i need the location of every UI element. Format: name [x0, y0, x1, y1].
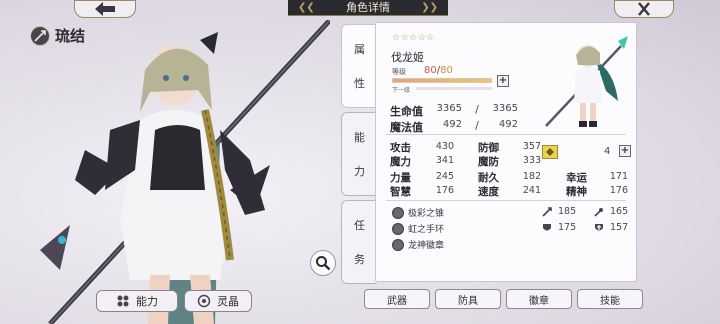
skill-button[interactable]: 技能 — [577, 289, 643, 309]
level-label: 等级 — [392, 68, 406, 76]
equip-mdef-stat: 157 — [594, 222, 628, 233]
next-level-label: 下一级 — [392, 87, 411, 94]
tab-tasks[interactable]: 任 务 — [341, 200, 377, 284]
stat-value: 341 — [435, 155, 454, 166]
stat-value: 245 — [435, 171, 454, 182]
weapon-button[interactable]: 武器 — [364, 289, 430, 309]
cross-shield-icon — [595, 223, 603, 230]
class-name: 伐龙姬 — [391, 51, 424, 64]
stat-label: 防御 — [478, 142, 499, 154]
stat-value: 430 — [435, 141, 454, 152]
character-illustration — [40, 20, 330, 324]
armor-equip-icon — [392, 222, 404, 235]
stat-value: 176 — [435, 185, 454, 196]
ability-icon — [117, 295, 129, 307]
crystal-icon — [197, 294, 211, 308]
stat-value: 182 — [522, 171, 541, 182]
shield-icon — [543, 223, 551, 230]
zoom-button[interactable] — [310, 250, 336, 276]
stat-value: 171 — [609, 171, 628, 182]
stat-label: 速度 — [478, 186, 499, 198]
badge-equip-icon — [392, 238, 404, 251]
token-count: 4 — [604, 146, 611, 157]
stat-label: 力量 — [390, 172, 411, 184]
divider — [386, 200, 626, 201]
next-level-bar — [416, 87, 492, 90]
magnifier-icon — [316, 256, 331, 271]
token-add-button[interactable]: + — [619, 145, 631, 157]
stat-label: 魔力 — [390, 156, 411, 168]
equipment-item[interactable]: 极彩之锥 — [392, 206, 444, 219]
level-progress-bar — [392, 78, 492, 83]
spirit-crystal-button[interactable]: 灵晶 — [184, 290, 252, 312]
ability-button[interactable]: 能力 — [96, 290, 178, 312]
hp-row: 生命值 3365 / 3365 — [390, 103, 518, 118]
stat-value: 357 — [522, 141, 541, 152]
armor-button[interactable]: 防具 — [435, 289, 501, 309]
divider — [386, 134, 626, 135]
stat-label: 智慧 — [390, 186, 411, 198]
equip-defense-stat: 175 — [542, 222, 576, 233]
equip-attack-stat: 185 — [542, 206, 576, 217]
close-icon — [638, 2, 650, 16]
stat-label: 耐久 — [478, 172, 499, 184]
tab-attributes[interactable]: 属 性 — [341, 24, 377, 108]
wand-icon — [594, 207, 603, 217]
equipment-item[interactable]: 龙神徽章 — [392, 238, 444, 251]
level-up-button[interactable]: + — [497, 75, 509, 87]
game-screen: ❮❮ 角色详情 ❯❯ 琉结 能力 灵晶 属 性 能 力 任 务 ☆☆☆☆☆ 伐龙… — [0, 0, 720, 324]
attribute-panel: ☆☆☆☆☆ 伐龙姬 等级 80/80 + 下一级 生命值 3365 / 3365… — [375, 22, 637, 282]
stat-label: 幸运 — [566, 172, 587, 184]
stat-label: 魔防 — [478, 156, 499, 168]
level-progress-fill — [393, 79, 491, 82]
back-button[interactable] — [74, 0, 136, 18]
equip-magic-stat: 165 — [594, 206, 628, 217]
character-name: 琉结 — [55, 27, 86, 45]
stat-value: 333 — [522, 155, 541, 166]
stat-value: 241 — [522, 185, 541, 196]
close-button[interactable] — [614, 0, 674, 18]
mp-row: 魔法值 492 / 492 — [390, 119, 518, 134]
stat-value: 176 — [609, 185, 628, 196]
sword-icon — [542, 206, 552, 217]
level-value: 80/80 — [424, 65, 453, 76]
badge-button[interactable]: 徽章 — [506, 289, 572, 309]
equipment-item[interactable]: 虹之手环 — [392, 222, 444, 235]
stat-label: 攻击 — [390, 142, 411, 154]
character-chibi-portrait — [545, 36, 628, 127]
arrow-left-icon — [95, 2, 115, 16]
stat-label: 精神 — [566, 186, 587, 198]
tab-abilities[interactable]: 能 力 — [341, 112, 377, 196]
rarity-stars: ☆☆☆☆☆ — [392, 33, 435, 43]
weapon-equip-icon — [392, 206, 404, 219]
page-title: ❮❮ 角色详情 ❯❯ — [288, 0, 448, 16]
upgrade-token-icon — [542, 145, 558, 159]
character-name-block: 琉结 — [30, 25, 85, 46]
ornament-left-icon: ❮❮ — [298, 2, 315, 13]
ornament-right-icon: ❯❯ — [421, 2, 438, 13]
lance-class-icon — [30, 25, 50, 46]
